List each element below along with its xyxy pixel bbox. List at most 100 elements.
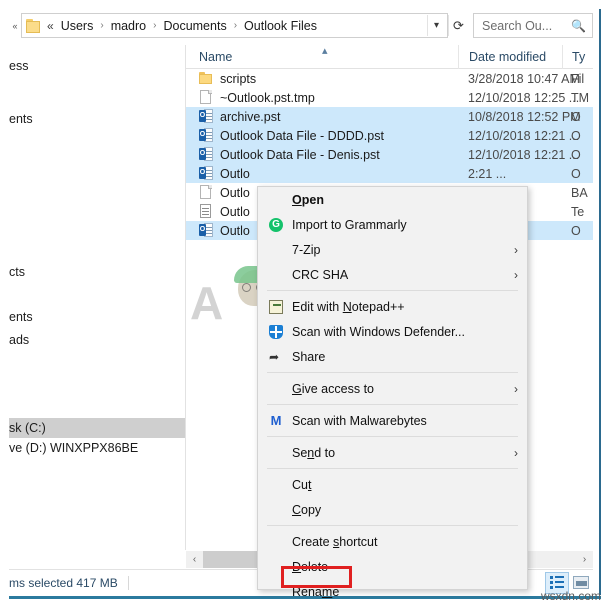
menu-item-label: Share — [292, 349, 326, 364]
file-type-cell: BA — [571, 185, 588, 200]
window-right-edge — [601, 0, 607, 604]
file-name-cell[interactable]: Oarchive.pst — [186, 109, 458, 124]
file-row[interactable]: O Outlo 2:21 ... O — [186, 164, 593, 183]
menu-item-label: Scan with Malwarebytes — [292, 413, 427, 428]
menu-separator — [267, 468, 518, 469]
menu-item-no-icon — [267, 242, 287, 258]
search-input[interactable]: Search Ou... 🔍 — [473, 13, 593, 38]
menu-item-7-zip[interactable]: 7-Zip › — [258, 237, 527, 262]
file-name-cell[interactable]: O Outlook Data File - DDDD.pst — [186, 128, 458, 143]
menu-item-no-icon — [267, 267, 287, 283]
menu-item-send-to[interactable]: Send to › — [258, 440, 527, 465]
file-name-cell[interactable]: O Outlook Data File - Denis.pst — [186, 147, 458, 162]
column-header-type-label: Ty — [572, 49, 586, 64]
column-header-name[interactable]: Name ▴ — [186, 45, 458, 69]
breadcrumb-separator-2[interactable]: › — [148, 20, 161, 31]
menu-item-copy[interactable]: Copy — [258, 497, 527, 522]
file-row[interactable]: Oarchive.pst 10/8/2018 12:52 PM O — [186, 107, 593, 126]
menu-item-share[interactable]: ➦ Share — [258, 344, 527, 369]
file-type-cell: O — [571, 147, 581, 162]
menu-separator — [267, 525, 518, 526]
outlook-pst-icon: O — [199, 109, 213, 124]
menu-item-rename[interactable]: Rename — [258, 579, 527, 604]
sidebar-item-1[interactable]: ents — [9, 112, 33, 126]
outlook-pst-icon: O — [199, 223, 213, 238]
back-chevron-icon[interactable]: « — [9, 21, 21, 31]
navigation-pane[interactable]: ess ents cts ents ads sk (C:) ve (D:) WINXPPX8… — [9, 45, 185, 550]
document-icon — [199, 185, 213, 200]
folder-icon — [26, 18, 42, 33]
scroll-right-arrow-icon[interactable]: › — [576, 554, 593, 565]
breadcrumb-item-users[interactable]: Users — [59, 18, 96, 34]
chevron-up-icon: ▴ — [322, 44, 328, 57]
menu-separator — [267, 404, 518, 405]
menu-item-scan-with-malwarebytes[interactable]: M Scan with Malwarebytes — [258, 408, 527, 433]
address-path-box[interactable]: « Users › madro › Documents › Outlook Fi… — [21, 13, 448, 38]
sidebar-item-4[interactable]: ads — [9, 333, 29, 347]
menu-item-import-to-grammarly[interactable]: G Import to Grammarly — [258, 212, 527, 237]
menu-item-edit-with-notepad[interactable]: Edit with Notepad++ — [258, 294, 527, 319]
share-icon: ➦ — [269, 349, 280, 364]
menu-item-delete[interactable]: Delete — [258, 554, 527, 579]
menu-item-label: CRC SHA — [292, 267, 349, 282]
file-date-cell: 10/8/2018 12:52 PM — [468, 109, 581, 124]
file-row[interactable]: O Outlook Data File - Denis.pst 12/10/2018… — [186, 145, 593, 164]
chevron-down-icon[interactable]: ▾ — [427, 15, 445, 36]
file-name-label: Outlo — [220, 185, 250, 200]
refresh-icon[interactable]: ⟳ — [448, 15, 468, 36]
menu-item-label: Edit with Notepad++ — [292, 299, 405, 314]
sidebar-item-label: ve (D:) WINXPPX86BE — [9, 441, 139, 455]
menu-item-crc-sha[interactable]: CRC SHA › — [258, 262, 527, 287]
column-header-type[interactable]: Ty — [562, 44, 593, 69]
scroll-left-arrow-icon[interactable]: ‹ — [186, 554, 203, 565]
menu-item-give-access-to[interactable]: Give access to › — [258, 376, 527, 401]
column-header-name-label: Name — [199, 49, 233, 64]
menu-item-label: Import to Grammarly — [292, 217, 407, 232]
file-date-cell: 3/28/2018 10:47 AM — [468, 71, 580, 86]
breadcrumb-separator-3[interactable]: › — [229, 20, 242, 31]
wsxdn-watermark: wsxdn.com — [540, 589, 601, 603]
file-name-label: archive.pst — [220, 109, 281, 124]
file-name-cell[interactable]: scripts — [186, 71, 458, 86]
breadcrumb-separator-1[interactable]: › — [95, 20, 108, 31]
file-name-cell[interactable]: O Outlo — [186, 166, 458, 181]
file-name-label: Outlook Data File - DDDD.pst — [220, 128, 384, 143]
menu-item-create-shortcut[interactable]: Create shortcut — [258, 529, 527, 554]
menu-item-no-icon — [267, 502, 287, 518]
window-border-right — [599, 9, 601, 595]
file-type-cell: O — [571, 109, 581, 124]
sidebar-item-2[interactable]: cts — [9, 265, 25, 279]
menu-item-no-icon — [267, 381, 287, 397]
column-header-date-modified[interactable]: Date modified — [458, 44, 562, 69]
file-date-cell: 2:21 ... — [468, 166, 507, 181]
search-icon: 🔍 — [571, 18, 586, 33]
menu-item-open[interactable]: Open — [258, 187, 527, 212]
file-name-label: ~Outlook.pst.tmp — [220, 90, 315, 105]
submenu-chevron-icon: › — [514, 445, 518, 460]
breadcrumb-item-outlook-files[interactable]: Outlook Files — [242, 18, 319, 34]
file-name-cell[interactable]: ~Outlook.pst.tmp — [186, 90, 458, 105]
breadcrumb-item-documents[interactable]: Documents — [161, 18, 228, 34]
breadcrumb-item-madro[interactable]: madro — [109, 18, 148, 34]
breadcrumb-root-separator[interactable]: « — [47, 19, 59, 33]
file-row[interactable]: O Outlook Data File - DDDD.pst 12/10/2018 … — [186, 126, 593, 145]
file-type-cell: O — [571, 223, 581, 238]
sidebar-item-3[interactable]: ents — [9, 310, 33, 324]
sidebar-item-0[interactable]: ess — [9, 59, 28, 73]
sidebar-item-label: ents — [9, 310, 33, 324]
document-icon — [199, 90, 213, 105]
file-name-label: Outlo — [220, 223, 250, 238]
file-row[interactable]: ~Outlook.pst.tmp 12/10/2018 12:25 ... TM — [186, 88, 593, 107]
menu-item-label: Cut — [292, 477, 312, 492]
context-menu[interactable]: Open G Import to Grammarly 7-Zip › CRC SHA › Ed… — [257, 186, 528, 599]
menu-item-cut[interactable]: Cut — [258, 472, 527, 497]
file-date-cell: 12/10/2018 12:25 ... — [468, 90, 580, 105]
menu-item-scan-with-windows-defender[interactable]: Scan with Windows Defender... — [258, 319, 527, 344]
submenu-chevron-icon: › — [514, 242, 518, 257]
sidebar-item-6[interactable]: ve (D:) WINXPPX86BE — [9, 441, 138, 455]
file-row[interactable]: scripts 3/28/2018 10:47 AM Fil — [186, 69, 593, 88]
file-type-cell: O — [571, 128, 581, 143]
sidebar-item-5[interactable]: sk (C:) — [9, 418, 185, 438]
menu-item-no-icon — [267, 445, 287, 461]
menu-item-label: Copy — [292, 502, 322, 517]
